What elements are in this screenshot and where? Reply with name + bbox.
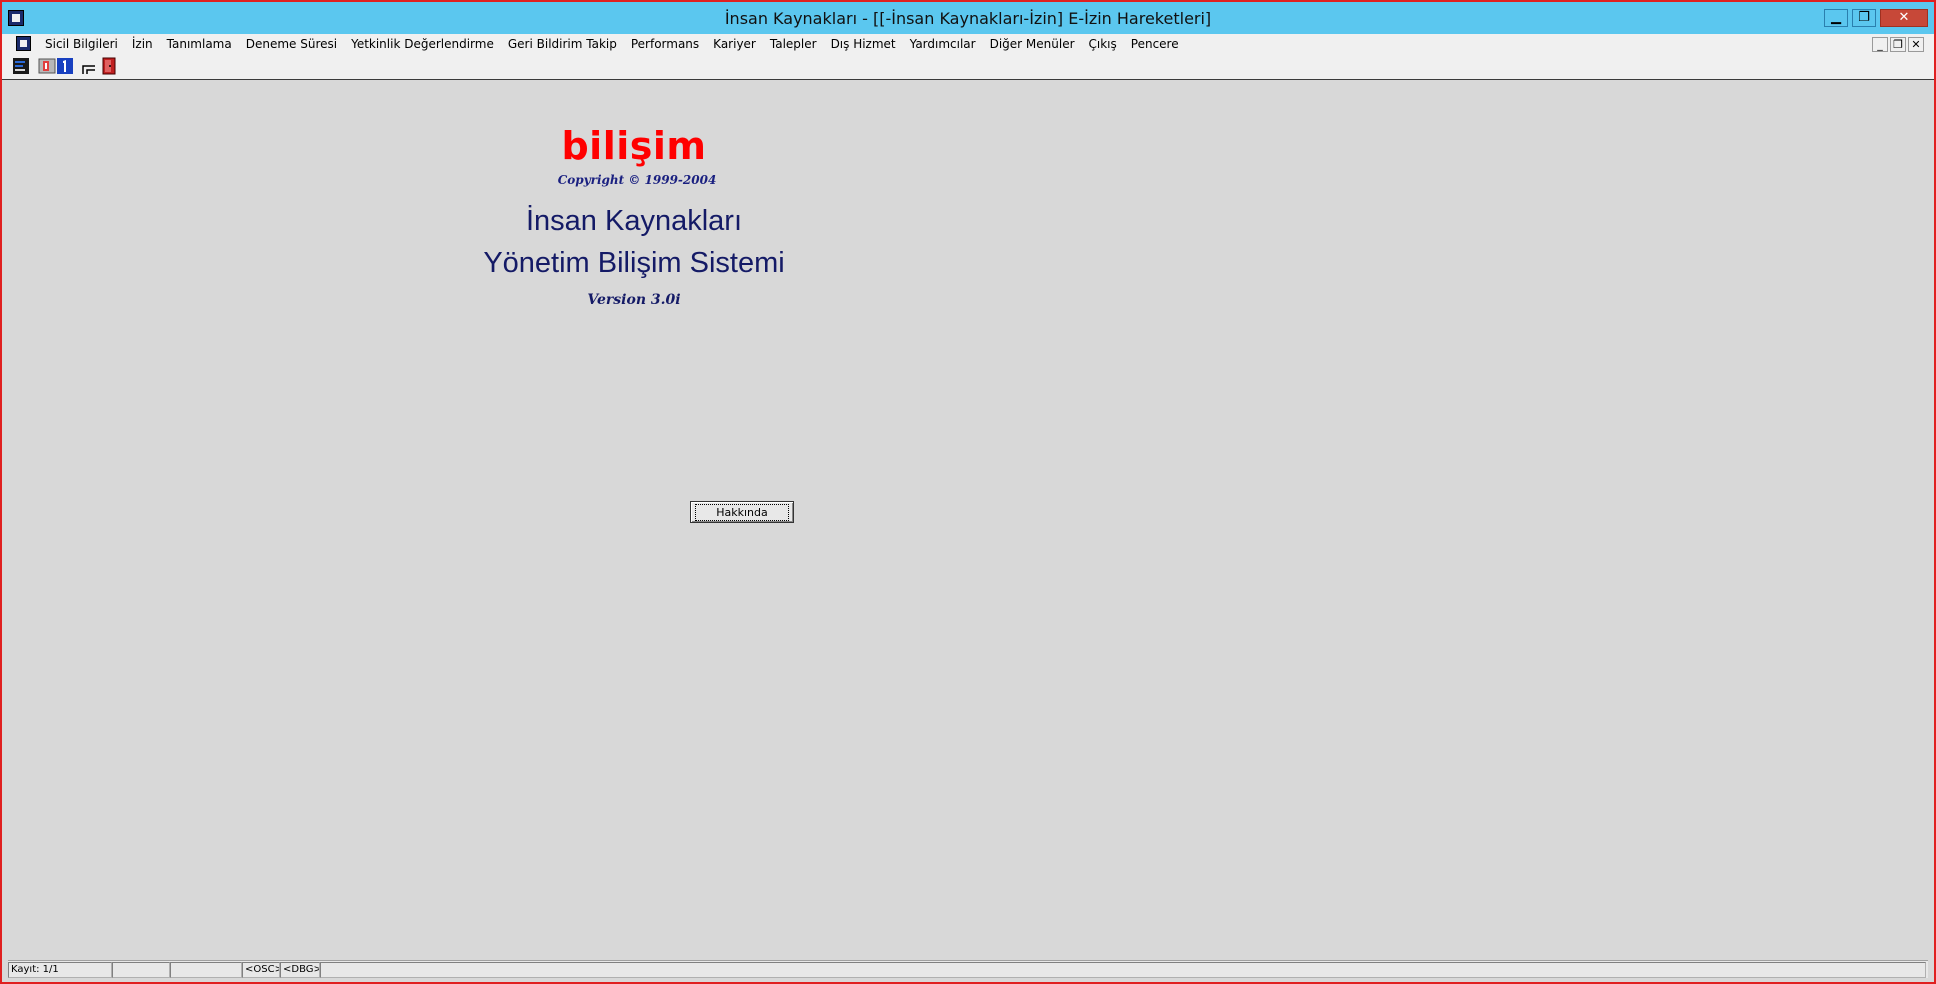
status-cell-3 [170, 961, 242, 978]
status-dbg: <DBG> [280, 961, 320, 978]
menu-yetkinlik-degerlendirme[interactable]: Yetkinlik Değerlendirme [344, 37, 501, 51]
brand-logo: bilişim [561, 124, 707, 168]
form-icon[interactable] [12, 57, 30, 75]
menu-pencere[interactable]: Pencere [1124, 37, 1186, 51]
menu-yardimcilar[interactable]: Yardımcılar [903, 37, 983, 51]
menu-diger-menuler[interactable]: Diğer Menüler [983, 37, 1082, 51]
mdi-client-area: bilişim Copyright © 1999-2004 İnsan Kayn… [2, 81, 1934, 960]
print-icon[interactable] [38, 57, 56, 75]
version-text: Version 3.0i [587, 292, 681, 308]
menu-sicil-bilgileri[interactable]: Sicil Bilgileri [38, 37, 125, 51]
mdi-restore-button[interactable]: ❐ [1890, 37, 1906, 52]
menu-izin[interactable]: İzin [125, 37, 160, 51]
status-cell-2 [112, 961, 170, 978]
menu-talepler[interactable]: Talepler [763, 37, 824, 51]
menu-geri-bildirim-takip[interactable]: Geri Bildirim Takip [501, 37, 624, 51]
mdi-child-icon[interactable] [16, 36, 31, 51]
title-bar[interactable]: İnsan Kaynakları - [[-İnsan Kaynakları-İ… [2, 2, 1934, 34]
menu-tanimlama[interactable]: Tanımlama [160, 37, 239, 51]
about-button[interactable]: Hakkında [690, 501, 794, 523]
window-title: İnsan Kaynakları - [[-İnsan Kaynakları-İ… [724, 9, 1212, 28]
status-osc: <OSC> [242, 961, 280, 978]
toolbar [2, 54, 1934, 80]
app-title-line1: İnsan Kaynakları [525, 205, 742, 237]
status-record: Kayıt: 1/1 [8, 961, 112, 978]
menu-dis-hizmet[interactable]: Dış Hizmet [824, 37, 903, 51]
status-cell-6 [320, 961, 1926, 978]
restore-button[interactable]: ❐ [1852, 9, 1876, 27]
about-button-label: Hakkında [695, 503, 789, 521]
mdi-close-button[interactable]: ✕ [1908, 37, 1924, 52]
status-bar: Kayıt: 1/1 <OSC> <DBG> [8, 960, 1928, 978]
exit-door-icon[interactable] [100, 57, 118, 75]
minimize-button[interactable]: ▁ [1824, 9, 1848, 27]
menu-items: Sicil Bilgileri İzin Tanımlama Deneme Sü… [38, 34, 1186, 54]
menu-cikis[interactable]: Çıkış [1082, 37, 1124, 51]
app-title-line2: Yönetim Bilişim Sistemi [483, 247, 785, 279]
copyright-text: Copyright © 1999-2004 [557, 173, 717, 187]
main-window: İnsan Kaynakları - [[-İnsan Kaynakları-İ… [0, 0, 1936, 984]
menu-kariyer[interactable]: Kariyer [706, 37, 763, 51]
mdi-minimize-button[interactable]: _ [1872, 37, 1888, 52]
menu-bar: Sicil Bilgileri İzin Tanımlama Deneme Sü… [2, 34, 1934, 54]
number-one-icon[interactable] [56, 57, 74, 75]
menu-performans[interactable]: Performans [624, 37, 706, 51]
tree-icon[interactable] [80, 57, 98, 75]
menu-deneme-suresi[interactable]: Deneme Süresi [239, 37, 344, 51]
close-button[interactable]: ✕ [1880, 9, 1928, 27]
